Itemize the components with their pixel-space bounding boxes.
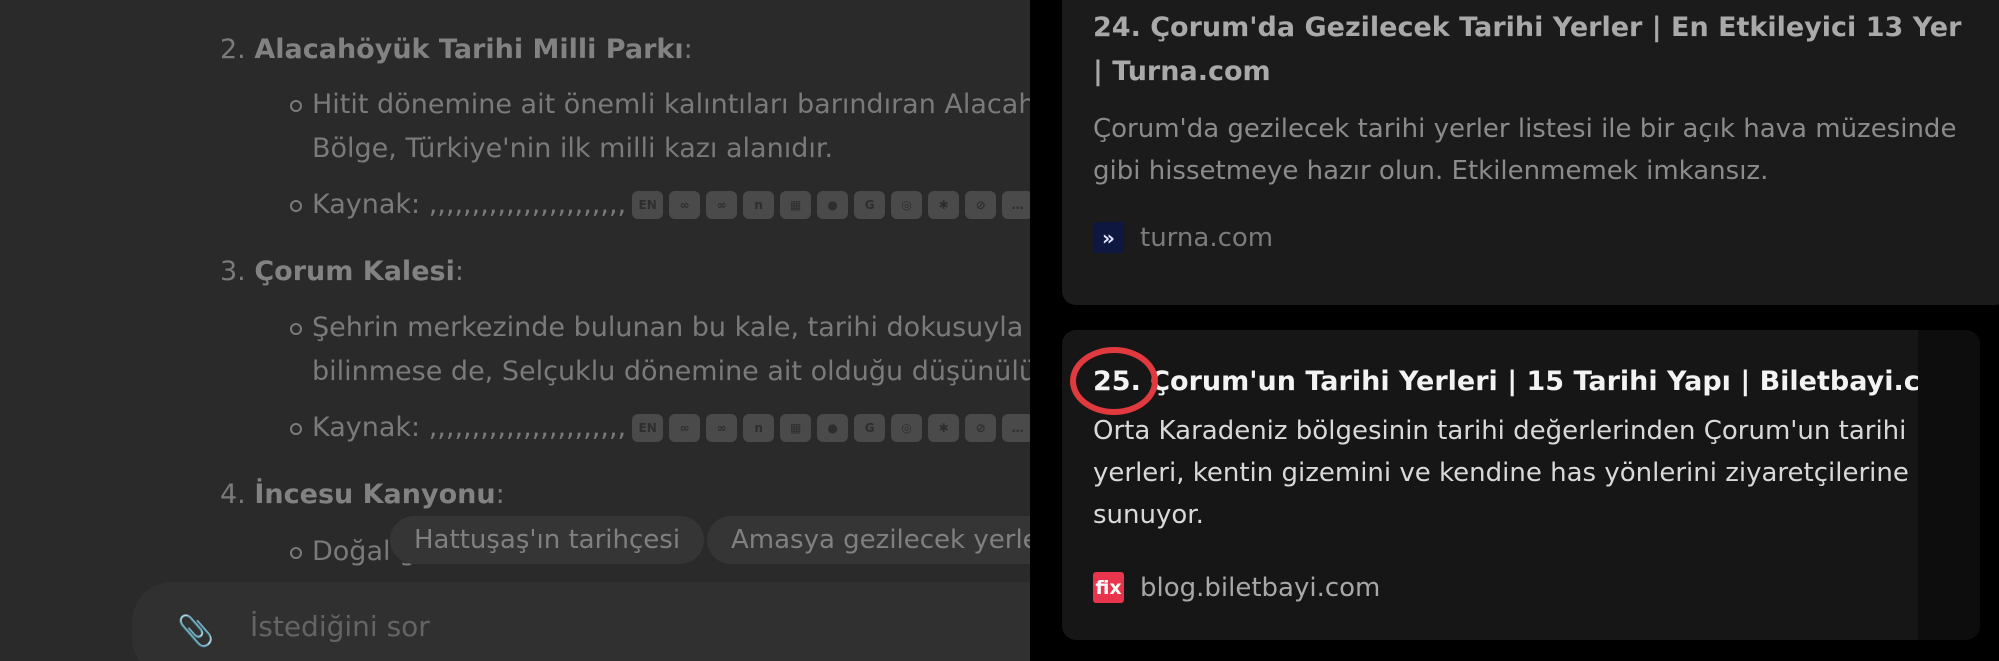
list-item-title: İncesu Kanyonu [254, 479, 496, 510]
globe-icon[interactable]: ✱ [928, 190, 960, 219]
chat-area: 2. Alacahöyük Tarihi Milli Parkı: Hitit … [0, 0, 1030, 661]
list-item-text: Hitit dönemine ait önemli kalıntıları ba… [312, 89, 1030, 120]
n-source-icon[interactable]: n [743, 190, 775, 219]
bullet [290, 200, 302, 212]
sources-panel: 24. Çorum'da Gezilecek Tarihi Yerler | E… [1030, 0, 1999, 661]
link-icon[interactable]: ⊘ [965, 413, 997, 442]
tripadvisor-icon[interactable]: ∞ [706, 190, 738, 219]
source-title[interactable]: 25. Çorum'un Tarihi Yerleri | 15 Tarihi … [1093, 360, 1973, 404]
en-source-icon[interactable]: EN [632, 413, 664, 442]
g-source-icon[interactable]: G [854, 190, 886, 219]
card-edge [1918, 330, 1980, 640]
g-source-icon[interactable]: G [854, 413, 886, 442]
suggestion-chip[interactable]: Hattuşaş'ın tarihçesi [390, 516, 705, 564]
list-item-text: Şehrin merkezinde bulunan bu kale, tarih… [312, 312, 1030, 343]
bullet [290, 423, 302, 435]
source-description: Çorum'da gezilecek tarihi yerler listesi… [1093, 114, 1957, 186]
bullet [290, 547, 302, 559]
list-item-title: Çorum Kalesi [254, 256, 455, 287]
suggestion-chip[interactable]: Amasya gezilecek yerler [707, 516, 1030, 564]
n-source-icon[interactable]: n [743, 413, 775, 442]
globe-icon[interactable]: ✱ [928, 413, 960, 442]
shield-icon[interactable]: ◎ [891, 190, 923, 219]
list-item-heading: 3. Çorum Kalesi: [220, 256, 464, 287]
bullet [290, 100, 302, 112]
shield-icon[interactable]: ◎ [891, 413, 923, 442]
dots-icon[interactable]: ● [817, 190, 849, 219]
source-domain: blog.biletbayi.com [1140, 572, 1381, 603]
list-item-text: Bölge, Türkiye'nin ilk milli kazı alanıd… [312, 133, 834, 164]
map-icon[interactable]: ▦ [780, 413, 812, 442]
chat-input[interactable]: İstediğini sor [250, 610, 430, 643]
source-row: Kaynak: ,,,,,,,,,,,,,,,,,,,,,,, EN ∞ ∞ n… [312, 189, 1030, 220]
list-item-heading: 2. Alacahöyük Tarihi Milli Parkı: [220, 34, 693, 65]
source-domain: turna.com [1140, 222, 1274, 253]
list-item-heading: 4. İncesu Kanyonu: [220, 479, 505, 510]
paperclip-icon[interactable]: 📎 [177, 614, 214, 649]
source-title[interactable]: 24. Çorum'da Gezilecek Tarihi Yerler | E… [1093, 6, 1973, 94]
dots-icon[interactable]: ● [817, 413, 849, 442]
source-domain-row[interactable]: » turna.com [1093, 222, 1273, 253]
map-icon[interactable]: ▦ [780, 190, 812, 219]
en-source-icon[interactable]: EN [632, 190, 664, 219]
more-icon[interactable]: … [1002, 413, 1030, 442]
source-icons: EN ∞ ∞ n ▦ ● G ◎ ✱ ⊘ … [632, 413, 1030, 442]
tripadvisor-icon[interactable]: ∞ [669, 190, 701, 219]
tripadvisor-icon[interactable]: ∞ [669, 413, 701, 442]
more-icon[interactable]: … [1002, 190, 1030, 219]
source-description: Orta Karadeniz bölgesinin tarihi değerle… [1093, 416, 1909, 530]
bullet [290, 323, 302, 335]
source-row: Kaynak: ,,,,,,,,,,,,,,,,,,,,,,, EN ∞ ∞ n… [312, 412, 1030, 443]
list-item-text: bilinmese de, Selçuklu dönemine ait oldu… [312, 356, 1030, 387]
source-card[interactable]: 24. Çorum'da Gezilecek Tarihi Yerler | E… [1062, 0, 1999, 305]
link-icon[interactable]: ⊘ [965, 190, 997, 219]
source-domain-row[interactable]: fix blog.biletbayi.com [1093, 572, 1380, 603]
turna-favicon-icon: » [1093, 222, 1124, 253]
tripadvisor-icon[interactable]: ∞ [706, 413, 738, 442]
source-card[interactable]: 25. Çorum'un Tarihi Yerleri | 15 Tarihi … [1062, 330, 1966, 640]
list-item-title: Alacahöyük Tarihi Milli Parkı [254, 34, 684, 65]
biletbayi-favicon-icon: fix [1093, 572, 1124, 603]
source-icons: EN ∞ ∞ n ▦ ● G ◎ ✱ ⊘ … [632, 190, 1030, 219]
